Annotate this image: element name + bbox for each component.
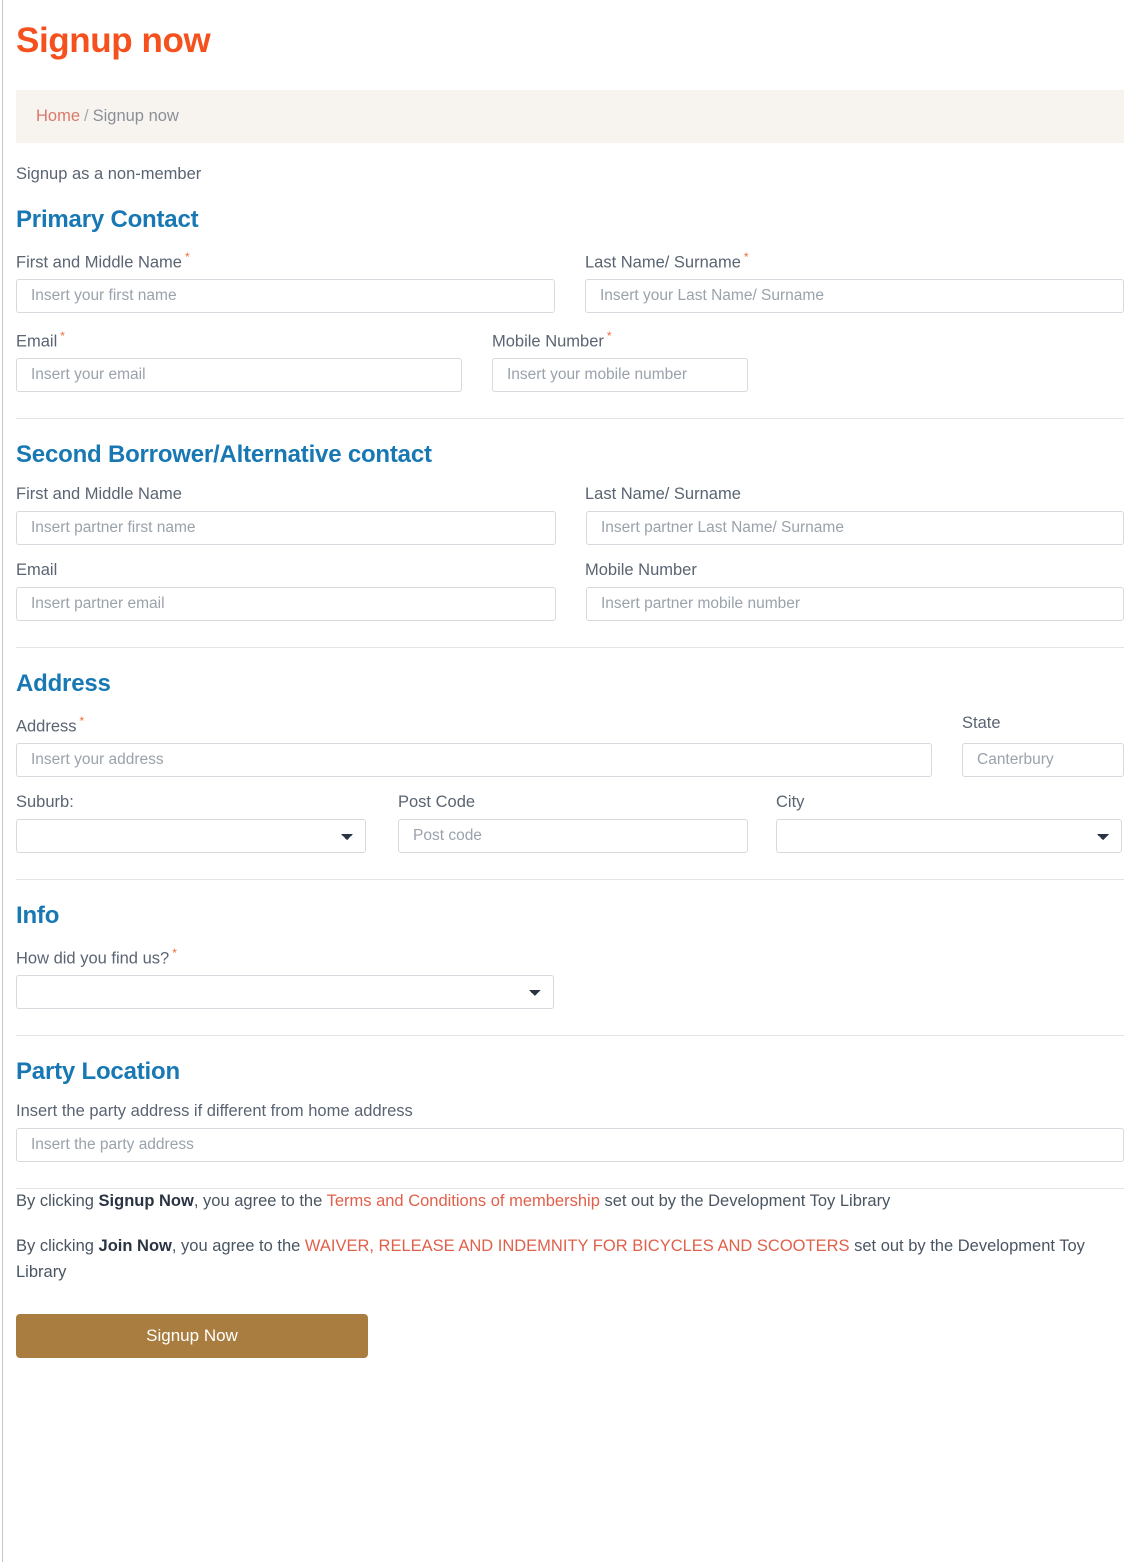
- section-heading-second-borrower: Second Borrower/Alternative contact: [16, 441, 432, 469]
- terms-paragraph-join: By clicking Join Now, you agree to the W…: [16, 1234, 1124, 1285]
- intro-text: Signup as a non-member: [16, 164, 202, 183]
- section-heading-primary-contact: Primary Contact: [16, 205, 199, 233]
- required-asterisk: *: [79, 713, 85, 728]
- primary-mobile-label-wrap: Mobile Number *: [492, 313, 612, 358]
- primary-last-name-label-wrap: Last Name/ Surname *: [585, 234, 1124, 279]
- waiver-release-indemnity-link[interactable]: WAIVER, RELEASE AND INDEMNITY FOR BICYCL…: [305, 1237, 850, 1255]
- party-address-row: [16, 1127, 1124, 1162]
- primary-name-inputs-row: [16, 278, 1124, 313]
- address-input[interactable]: [16, 742, 932, 777]
- post-code-label-wrap: Post Code: [398, 777, 776, 819]
- second-name-labels-row: First and Middle Name Last Name/ Surname: [16, 469, 1124, 511]
- section-heading-address: Address: [16, 669, 111, 697]
- primary-email-input[interactable]: [16, 358, 462, 393]
- second-mobile-label-wrap: Mobile Number: [585, 545, 1124, 587]
- second-last-name-label-wrap: Last Name/ Surname: [585, 469, 1124, 511]
- primary-contact-inputs-row: [16, 358, 1124, 393]
- breadcrumb-home-link[interactable]: Home: [36, 107, 80, 125]
- terms-p1-bold: Signup Now: [98, 1191, 194, 1210]
- primary-name-labels-row: First and Middle Name * Last Name/ Surnam…: [16, 234, 1124, 279]
- city-label: City: [776, 792, 805, 811]
- primary-last-name-label: Last Name/ Surname *: [584, 249, 749, 272]
- post-code-label: Post Code: [398, 792, 476, 811]
- state-input[interactable]: [962, 742, 1124, 777]
- primary-first-name-input[interactable]: [16, 278, 556, 313]
- section-heading-info: Info: [16, 901, 60, 929]
- primary-email-label-wrap: Email *: [16, 313, 492, 358]
- primary-mobile-label: Mobile Number *: [492, 328, 612, 351]
- post-code-input[interactable]: [398, 818, 748, 853]
- page-left-border: [2, 0, 3, 1562]
- second-mobile-label: Mobile Number: [584, 560, 697, 579]
- terms-p1-text-c: set out by the Development Toy Library: [599, 1191, 891, 1210]
- section-divider: [16, 418, 1124, 420]
- party-address-input[interactable]: [16, 1127, 1124, 1162]
- address-labels-row: Address * State: [16, 698, 1124, 743]
- state-label: State: [962, 713, 1001, 732]
- second-last-name-label: Last Name/ Surname: [584, 485, 741, 504]
- find-us-row: [16, 975, 1124, 1010]
- second-email-label: Email: [16, 560, 58, 579]
- section-divider: [16, 1035, 1124, 1037]
- primary-mobile-input[interactable]: [492, 358, 748, 393]
- address-label: Address *: [16, 713, 85, 736]
- section-divider: [16, 646, 1124, 648]
- section-heading-party-location: Party Location: [16, 1058, 180, 1086]
- signup-now-button[interactable]: Signup Now: [16, 1313, 368, 1358]
- breadcrumb: Home / Signup now: [16, 89, 1124, 143]
- terms-paragraph-signup: By clicking Signup Now, you agree to the…: [16, 1189, 1124, 1215]
- primary-last-name-input[interactable]: [584, 278, 1124, 313]
- second-email-label-wrap: Email: [16, 545, 585, 587]
- terms-p2-bold: Join Now: [98, 1237, 172, 1256]
- primary-email-label: Email *: [16, 328, 65, 351]
- terms-p1-text-a: By clicking: [16, 1191, 99, 1210]
- address-secondary-inputs-row: [16, 818, 1124, 853]
- terms-p2-text-a: By clicking: [16, 1237, 99, 1256]
- terms-and-conditions-link[interactable]: Terms and Conditions of membership: [327, 1192, 600, 1210]
- address-secondary-labels-row: Suburb: Post Code City: [16, 777, 1124, 819]
- second-name-inputs-row: [16, 510, 1124, 545]
- terms-p2-text-b: , you agree to the: [171, 1237, 305, 1256]
- breadcrumb-separator: /: [84, 106, 89, 125]
- party-description: Insert the party address if different fr…: [16, 1102, 413, 1121]
- second-contact-labels-row: Email Mobile Number: [16, 545, 1124, 587]
- required-asterisk: *: [606, 328, 612, 343]
- required-asterisk: *: [184, 249, 190, 264]
- find-us-select[interactable]: [16, 975, 554, 1010]
- second-first-name-label-wrap: First and Middle Name: [16, 469, 585, 511]
- second-first-name-input[interactable]: [16, 510, 556, 545]
- address-label-wrap: Address *: [16, 698, 962, 743]
- second-first-name-label: First and Middle Name: [16, 485, 182, 504]
- primary-first-name-label: First and Middle Name *: [16, 249, 190, 272]
- primary-first-name-label-wrap: First and Middle Name *: [16, 234, 585, 279]
- breadcrumb-current: Signup now: [92, 106, 179, 125]
- required-asterisk: *: [743, 249, 749, 264]
- address-inputs-row: [16, 742, 1124, 777]
- section-divider: [16, 878, 1124, 880]
- second-last-name-input[interactable]: [586, 510, 1124, 545]
- suburb-label-wrap: Suburb:: [16, 777, 398, 819]
- required-asterisk: *: [172, 945, 177, 960]
- suburb-label: Suburb:: [16, 792, 74, 811]
- second-email-input[interactable]: [16, 586, 556, 621]
- primary-contact-labels-row: Email * Mobile Number *: [16, 313, 1124, 358]
- suburb-select[interactable]: [16, 818, 366, 853]
- page-container: Signup now Home / Signup now Signup as a n…: [0, 0, 1140, 1358]
- find-us-label: How did you find us? *: [16, 945, 177, 968]
- city-label-wrap: City: [776, 777, 804, 819]
- city-select[interactable]: [776, 818, 1122, 853]
- page-title: Signup now: [16, 21, 211, 60]
- required-asterisk: *: [60, 328, 65, 343]
- state-label-wrap: State: [962, 698, 1001, 743]
- second-contact-inputs-row: [16, 586, 1124, 621]
- second-mobile-input[interactable]: [586, 586, 1124, 621]
- terms-p1-text-b: , you agree to the: [193, 1191, 327, 1210]
